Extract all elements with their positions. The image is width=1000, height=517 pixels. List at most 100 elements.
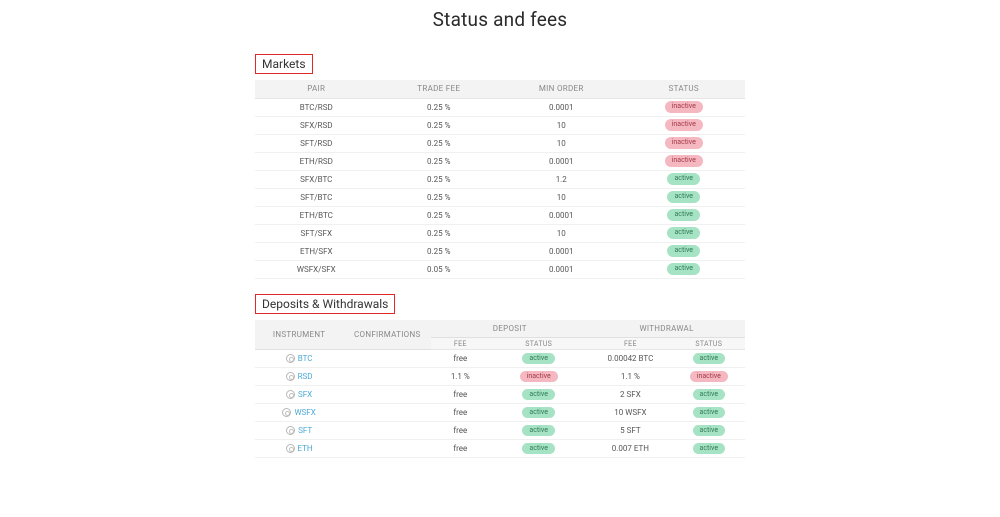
cell-fee: 0.25 % xyxy=(378,206,501,224)
cell-fee: 0.25 % xyxy=(378,242,501,260)
cell-dep-status: active xyxy=(489,404,588,422)
col-wd-status: STATUS xyxy=(673,338,745,350)
cell-status: active xyxy=(623,224,746,242)
table-row: ETH/BTC0.25 %0.0001active xyxy=(255,206,745,224)
table-row: WSFX/SFX0.05 %0.0001active xyxy=(255,260,745,278)
cell-wd-status: inactive xyxy=(673,368,745,386)
cell-status: inactive xyxy=(623,98,746,116)
instrument-link[interactable]: ETH xyxy=(298,444,313,453)
cell-min: 0.0001 xyxy=(500,98,623,116)
table-row: ETH free active 0.007 ETH active xyxy=(255,440,745,458)
cell-dep-fee: free xyxy=(431,422,489,440)
col-confirmations: CONFIRMATIONS xyxy=(343,320,431,350)
status-badge: active xyxy=(693,353,726,365)
instrument-link[interactable]: SFT xyxy=(298,426,312,435)
cell-fee: 0.25 % xyxy=(378,134,501,152)
cell-min: 1.2 xyxy=(500,170,623,188)
status-badge: active xyxy=(522,443,555,455)
coin-icon xyxy=(286,426,295,435)
cell-dep-fee: free xyxy=(431,404,489,422)
cell-fee: 0.25 % xyxy=(378,188,501,206)
status-badge: active xyxy=(693,407,726,419)
cell-dep-status: active xyxy=(489,386,588,404)
cell-fee: 0.25 % xyxy=(378,116,501,134)
markets-heading: Markets xyxy=(255,54,313,74)
cell-min: 10 xyxy=(500,134,623,152)
cell-dep-fee: free xyxy=(431,350,489,368)
cell-status: inactive xyxy=(623,116,746,134)
status-badge: active xyxy=(667,209,700,221)
coin-icon xyxy=(286,372,295,381)
cell-dep-fee: free xyxy=(431,386,489,404)
status-badge: inactive xyxy=(665,119,703,131)
cell-fee: 0.25 % xyxy=(378,98,501,116)
instrument-link[interactable]: BTC xyxy=(298,354,313,363)
status-badge: active xyxy=(693,389,726,401)
cell-instrument[interactable]: ETH xyxy=(255,440,343,458)
col-wd-fee: FEE xyxy=(588,338,672,350)
cell-pair: ETH/RSD xyxy=(255,152,378,170)
table-row: SFTfreeactive5 SFTactive xyxy=(255,422,745,440)
cell-status: active xyxy=(623,206,746,224)
cell-dep-status: inactive xyxy=(489,368,588,386)
cell-wd-fee: 10 WSFX xyxy=(588,404,672,422)
cell-pair: SFT/SFX xyxy=(255,224,378,242)
instrument-link[interactable]: WSFX xyxy=(294,408,315,417)
cell-pair: ETH/BTC xyxy=(255,206,378,224)
status-badge: active xyxy=(522,389,555,401)
cell-confirmations xyxy=(343,368,431,386)
col-pair: PAIR xyxy=(255,80,378,98)
cell-pair: WSFX/SFX xyxy=(255,260,378,278)
cell-dep-status: active xyxy=(489,422,588,440)
cell-fee: 0.05 % xyxy=(378,260,501,278)
cell-fee: 0.25 % xyxy=(378,152,501,170)
status-badge: active xyxy=(693,425,726,437)
cell-instrument[interactable]: RSD xyxy=(255,368,343,386)
cell-status: inactive xyxy=(623,134,746,152)
instrument-link[interactable]: RSD xyxy=(298,372,313,381)
table-row: WSFXfreeactive10 WSFXactive xyxy=(255,404,745,422)
table-row: ETH/RSD0.25 %0.0001inactive xyxy=(255,152,745,170)
col-status: STATUS xyxy=(623,80,746,98)
dw-heading: Deposits & Withdrawals xyxy=(255,294,395,314)
cell-status: active xyxy=(623,188,746,206)
status-badge: active xyxy=(667,191,700,203)
col-withdrawal: WITHDRAWAL xyxy=(588,320,745,338)
status-badge: active xyxy=(667,245,700,257)
cell-instrument[interactable]: SFT xyxy=(255,422,343,440)
cell-wd-fee: 0.007 ETH xyxy=(588,440,672,458)
table-row: SFT/BTC0.25 %10active xyxy=(255,188,745,206)
table-row: SFT/RSD0.25 %10inactive xyxy=(255,134,745,152)
col-dep-status: STATUS xyxy=(489,338,588,350)
table-row: ETH/SFX0.25 %0.0001active xyxy=(255,242,745,260)
table-row: SFX/BTC0.25 %1.2active xyxy=(255,170,745,188)
cell-instrument[interactable]: WSFX xyxy=(255,404,343,422)
instrument-link[interactable]: SFX xyxy=(298,390,312,399)
cell-wd-status: active xyxy=(673,440,745,458)
cell-wd-status: active xyxy=(673,422,745,440)
cell-fee: 0.25 % xyxy=(378,224,501,242)
status-badge: active xyxy=(693,443,726,455)
cell-min: 0.0001 xyxy=(500,260,623,278)
cell-confirmations xyxy=(343,404,431,422)
col-deposit: DEPOSIT xyxy=(431,320,588,338)
col-fee: TRADE FEE xyxy=(378,80,501,98)
coin-icon xyxy=(286,354,295,363)
col-instrument: INSTRUMENT xyxy=(255,320,343,350)
coin-icon xyxy=(286,444,295,453)
cell-status: active xyxy=(623,242,746,260)
cell-instrument[interactable]: BTC xyxy=(255,350,343,368)
table-row: SFX/RSD0.25 %10inactive xyxy=(255,116,745,134)
table-row: BTCfreeactive0.00042 BTCactive xyxy=(255,350,745,368)
cell-pair: SFX/RSD xyxy=(255,116,378,134)
cell-pair: SFT/RSD xyxy=(255,134,378,152)
cell-wd-fee: 1.1 % xyxy=(588,368,672,386)
status-badge: inactive xyxy=(665,101,703,113)
cell-confirmations xyxy=(343,350,431,368)
cell-dep-fee: free xyxy=(431,440,489,458)
cell-instrument[interactable]: SFX xyxy=(255,386,343,404)
cell-wd-status: active xyxy=(673,404,745,422)
status-badge: inactive xyxy=(690,371,728,383)
cell-status: active xyxy=(623,260,746,278)
coin-icon xyxy=(282,408,291,417)
